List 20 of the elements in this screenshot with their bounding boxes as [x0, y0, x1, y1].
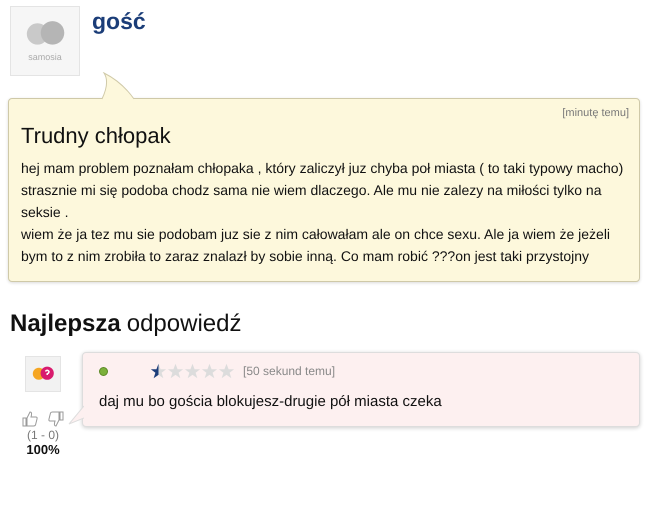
section-heading: odpowiedź: [126, 310, 242, 338]
question-text: wiem że ja tez mu sie podobam juz sie z nim całowałam ale on chce sexu. Ale ja wiem że jeżeli bym to z nim zrobiła to zaraz znalazł by sobie inną. Co mam robić ???on jest taki przystojny: [21, 225, 612, 266]
star-icon: [150, 363, 167, 379]
author-name[interactable]: gość: [92, 8, 146, 76]
logo-icon: [31, 366, 55, 382]
section-heading-bold: Najlepsza: [10, 310, 121, 338]
star-icon: [218, 363, 235, 379]
question-text: hej mam problem poznałam chłopaka , który zaliczył juz chyba poł miasta ( to taki typowy macho) strasznie mi się podoba chodz sama nie wiem dlaczego. Ale mu nie zalezy na miłości tylko na seksie .: [21, 159, 624, 222]
logo-text: samosia: [28, 52, 62, 62]
answer-text: daj mu bo gościa blokujesz-drugie pół miasta czeka: [99, 393, 443, 410]
question-title: Trudny chłopak: [21, 123, 172, 149]
vote-percent: 100%: [26, 442, 60, 457]
star-icon: [201, 363, 218, 379]
star-icon: [167, 363, 184, 379]
thumbs-up-icon[interactable]: [21, 410, 39, 428]
star-icon: [184, 363, 201, 379]
thumbs-down-icon[interactable]: [47, 410, 65, 428]
timestamp: [50 sekund temu]: [243, 364, 336, 378]
timestamp: [minutę temu]: [561, 107, 629, 119]
vote-count: (1 - 0): [26, 428, 59, 442]
